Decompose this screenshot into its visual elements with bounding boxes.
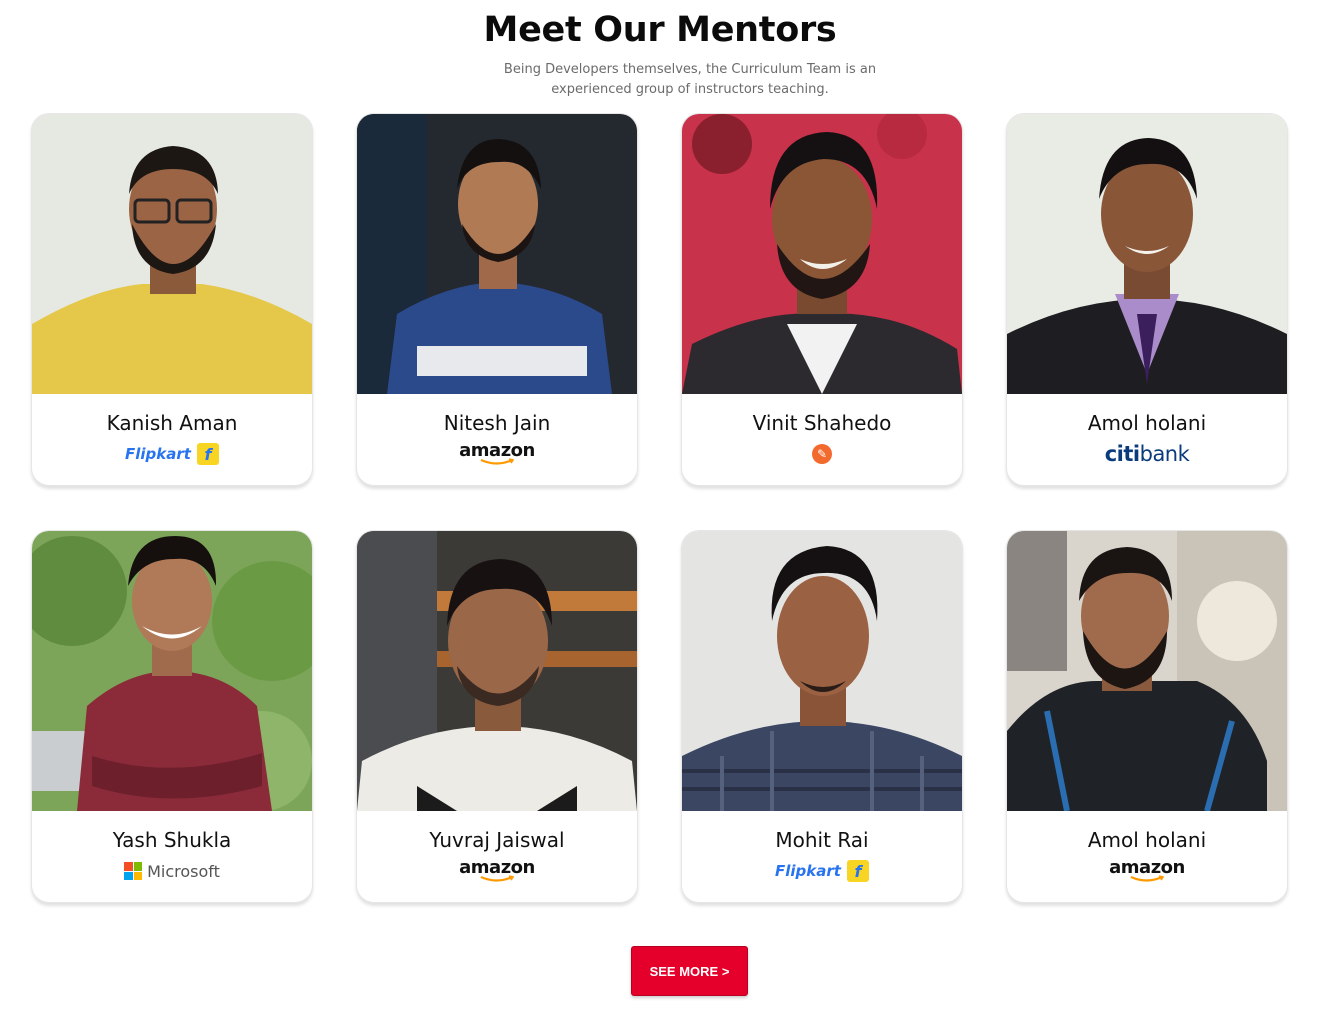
mentor-card-yash[interactable]: Yash Shukla Microsoft [31,530,313,903]
flipkart-logo: Flipkart f [682,855,962,887]
mentor-photo [1007,114,1287,394]
amazon-logo: amazon [357,855,637,887]
company-name: Flipkart [775,862,841,880]
company-name: amazon [459,857,535,878]
mentor-name: Amol holani [1087,411,1207,435]
orange-circle-logo: ✎ [682,438,962,470]
flipkart-bag-icon: f [196,443,219,465]
company-name: citibank [1104,442,1190,466]
company-name: Flipkart [125,445,191,463]
amazon-logo: amazon [1007,855,1287,887]
company-name: amazon [459,440,535,461]
company-name: amazon [1109,857,1185,878]
mentor-card-vinit[interactable]: Vinit Shahedo ✎ [681,113,963,486]
section-title: Meet Our Mentors [483,10,837,50]
mentor-name: Mohit Rai [775,828,869,852]
mentor-card-yuvraj[interactable]: Yuvraj Jaiswal amazon [356,530,638,903]
company-name: Microsoft [147,861,220,881]
flipkart-logo: Flipkart f [32,438,312,470]
mentor-photo [682,531,962,811]
mentor-card-kanish[interactable]: Kanish Aman Flipkart f [31,113,313,486]
company-icon: ✎ [812,444,832,464]
mentor-card-amol-1[interactable]: Amol holani citibank [1006,113,1288,486]
mentor-photo [32,114,312,394]
see-more-button[interactable]: SEE MORE > [631,946,748,996]
mentor-name: Amol holani [1087,828,1207,852]
microsoft-icon [124,862,143,880]
mentor-photo [357,114,637,394]
citibank-logo: citibank [1007,438,1287,470]
mentor-card-mohit[interactable]: Mohit Rai Flipkart f [681,530,963,903]
mentor-photo [682,114,962,394]
mentor-photo [1007,531,1287,811]
section-subtitle: Being Developers themselves, the Curricu… [503,62,877,97]
microsoft-logo: Microsoft [32,855,312,887]
mentor-card-nitesh[interactable]: Nitesh Jain amazon [356,113,638,486]
mentor-card-amol-2[interactable]: Amol holani amazon [1006,530,1288,903]
flipkart-bag-icon: f [846,860,869,882]
amazon-logo: amazon [357,438,637,470]
mentor-name: Nitesh Jain [443,411,551,435]
mentor-name: Yuvraj Jaiswal [429,828,565,852]
mentor-name: Vinit Shahedo [752,411,892,435]
mentor-photo [32,531,312,811]
mentor-name: Kanish Aman [106,411,238,435]
mentor-name: Yash Shukla [112,828,232,852]
mentor-photo [357,531,637,811]
